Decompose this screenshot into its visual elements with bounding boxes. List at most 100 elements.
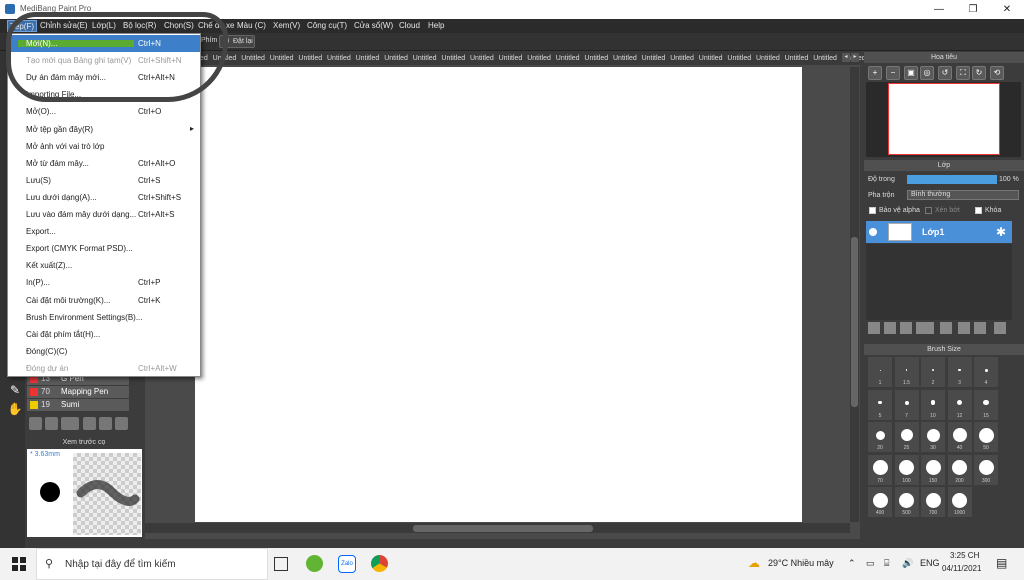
zoom-actual-icon[interactable]: ◎	[920, 66, 934, 80]
app-icon-green[interactable]	[306, 555, 323, 572]
document-tab[interactable]: Untitled	[785, 53, 809, 64]
file-menu-item[interactable]: Đóng dự án Ctrl+Alt+W	[8, 360, 200, 377]
new-halftone-layer-icon[interactable]	[884, 322, 896, 334]
file-menu-item[interactable]: Mở từ đám mây... Ctrl+Alt+O	[8, 155, 200, 172]
brush-size-cell[interactable]: 2	[921, 357, 945, 387]
brush-size-cell[interactable]: 7	[894, 389, 919, 420]
file-menu-item[interactable]: Cài đặt môi trường(K)... Ctrl+K	[8, 292, 200, 309]
delete-layer-icon[interactable]	[994, 322, 1006, 334]
brush-size-cell[interactable]: 1.5	[894, 357, 919, 387]
document-tab[interactable]: Untitled	[699, 53, 723, 64]
document-tab[interactable]: Untitled	[499, 53, 523, 64]
document-tab[interactable]: Untitled	[670, 53, 694, 64]
file-menu-item[interactable]: Mở tệp gần đây(R) ▸	[8, 121, 200, 138]
merge-layer-icon[interactable]	[974, 322, 986, 334]
brush-size-cell[interactable]: 1000	[947, 487, 972, 517]
document-tab[interactable]: Untitled	[727, 53, 751, 64]
network-icon[interactable]: ⌸	[884, 558, 889, 569]
menu-cloud[interactable]: Cloud	[397, 20, 422, 32]
file-menu-item[interactable]: Export (CMYK Format PSD)...	[8, 240, 200, 257]
horizontal-scrollbar[interactable]	[145, 523, 850, 533]
document-tab[interactable]: Untitled	[556, 53, 580, 64]
zoom-in-icon[interactable]: +	[868, 66, 882, 80]
brush-size-cell[interactable]: 30	[921, 422, 945, 452]
file-menu-item[interactable]: Brush Environment Settings(B)...	[8, 309, 200, 326]
brush-size-cell[interactable]: 20	[868, 422, 892, 452]
brush-size-cell[interactable]: 150	[921, 454, 945, 485]
input-language[interactable]: ENG	[920, 558, 940, 568]
new-layer-icon[interactable]	[868, 322, 880, 334]
blend-mode-select[interactable]: Bình thường	[907, 190, 1019, 200]
file-menu-item[interactable]: Mở(O)... Ctrl+O	[8, 103, 200, 120]
file-menu-item[interactable]: Đóng(C)(C)	[8, 343, 200, 360]
document-tab[interactable]: Untitled	[441, 53, 465, 64]
volume-icon[interactable]: 🔊	[902, 558, 913, 569]
tray-chevron-icon[interactable]: ⌃	[848, 558, 856, 569]
brush-size-cell[interactable]: 12	[947, 389, 972, 420]
battery-icon[interactable]: ▭	[866, 558, 875, 569]
menu-view[interactable]: Xem(V)	[271, 20, 302, 32]
canvas[interactable]	[195, 67, 802, 522]
clock-time[interactable]: 3:25 CH	[950, 551, 979, 560]
zalo-icon[interactable]: Zalo	[338, 555, 356, 573]
document-tab[interactable]: Untitled	[270, 53, 294, 64]
document-tab[interactable]: Untitled	[241, 53, 265, 64]
brush-item[interactable]: 70 Mapping Pen	[27, 386, 129, 398]
brush-size-cell[interactable]: 40	[947, 422, 972, 452]
document-tab[interactable]: Untitled	[613, 53, 637, 64]
hand-icon[interactable]: ✋	[7, 402, 23, 418]
menu-color[interactable]: Màu (C)	[235, 20, 268, 32]
rotate-right-icon[interactable]: ↻	[972, 66, 986, 80]
taskbar-search-input[interactable]: ⚲ Nhập tại đây để tìm kiếm	[36, 548, 268, 580]
windows-start-icon[interactable]	[12, 557, 26, 571]
menu-help[interactable]: Help	[426, 20, 446, 32]
vertical-scrollbar[interactable]	[850, 67, 859, 522]
fit-window-icon[interactable]: ⛶	[956, 66, 970, 80]
brush-size-cell[interactable]: 15	[974, 389, 998, 420]
brush-item[interactable]: 19 Sumi	[27, 399, 129, 411]
document-tab[interactable]: Untitled	[813, 53, 837, 64]
weather-text[interactable]: 29°C Nhiều mây	[768, 558, 834, 568]
document-tab[interactable]: Untitled	[756, 53, 780, 64]
visibility-eye-icon[interactable]	[869, 228, 877, 236]
document-tab[interactable]: Untitled	[413, 53, 437, 64]
file-menu-item[interactable]: Export...	[8, 223, 200, 240]
minimize-button[interactable]: —	[922, 0, 956, 19]
brush-size-cell[interactable]: 400	[868, 487, 892, 517]
brush-size-cell[interactable]: 100	[894, 454, 919, 485]
lock-checkbox[interactable]	[975, 207, 982, 214]
file-menu-item[interactable]: Mở ảnh với vai trò lớp	[8, 138, 200, 155]
notification-icon[interactable]: ▤	[996, 556, 1007, 570]
reset-view-icon[interactable]: ⟲	[990, 66, 1004, 80]
chrome-icon[interactable]	[371, 555, 388, 572]
brush-folder-icon[interactable]	[99, 417, 112, 430]
brush-add-icon[interactable]	[29, 417, 42, 430]
document-tab[interactable]: Untitled	[584, 53, 608, 64]
document-tab[interactable]: Untitled	[298, 53, 322, 64]
layer-settings-gear-icon[interactable]: ✱	[996, 225, 1006, 239]
new-folder-icon[interactable]	[940, 322, 952, 334]
file-menu-item[interactable]: Lưu vào đám mây dưới dạng... Ctrl+Alt+S	[8, 206, 200, 223]
horizontal-scroll-thumb[interactable]	[413, 525, 593, 532]
duplicate-layer-icon[interactable]	[958, 322, 970, 334]
brush-duplicate-icon[interactable]	[83, 417, 96, 430]
eyedropper-icon[interactable]: ✎	[7, 383, 23, 399]
menu-window[interactable]: Cửa sổ(W)	[352, 20, 395, 32]
brush-new-icon[interactable]	[45, 417, 58, 430]
document-tab[interactable]: Untitled	[470, 53, 494, 64]
menu-tools[interactable]: Công cụ(T)	[305, 20, 349, 32]
document-tab[interactable]: Untitled	[327, 53, 351, 64]
brush-size-cell[interactable]: 50	[974, 422, 998, 452]
maximize-button[interactable]: ❐	[956, 0, 990, 19]
brush-size-cell[interactable]: 200	[947, 454, 972, 485]
brush-copy-icon[interactable]	[115, 417, 128, 430]
file-menu-item[interactable]: Lưu dưới dạng(A)... Ctrl+Shift+S	[8, 189, 200, 206]
document-tab[interactable]: Untitled	[356, 53, 380, 64]
document-tab[interactable]: Untitled	[527, 53, 551, 64]
brush-menu-icon[interactable]	[61, 417, 79, 430]
brush-size-cell[interactable]: 10	[921, 389, 945, 420]
protect-alpha-checkbox[interactable]	[869, 207, 876, 214]
brush-size-cell[interactable]: 25	[894, 422, 919, 452]
document-tab[interactable]: Untitled	[384, 53, 408, 64]
document-tab[interactable]: Untitled	[642, 53, 666, 64]
